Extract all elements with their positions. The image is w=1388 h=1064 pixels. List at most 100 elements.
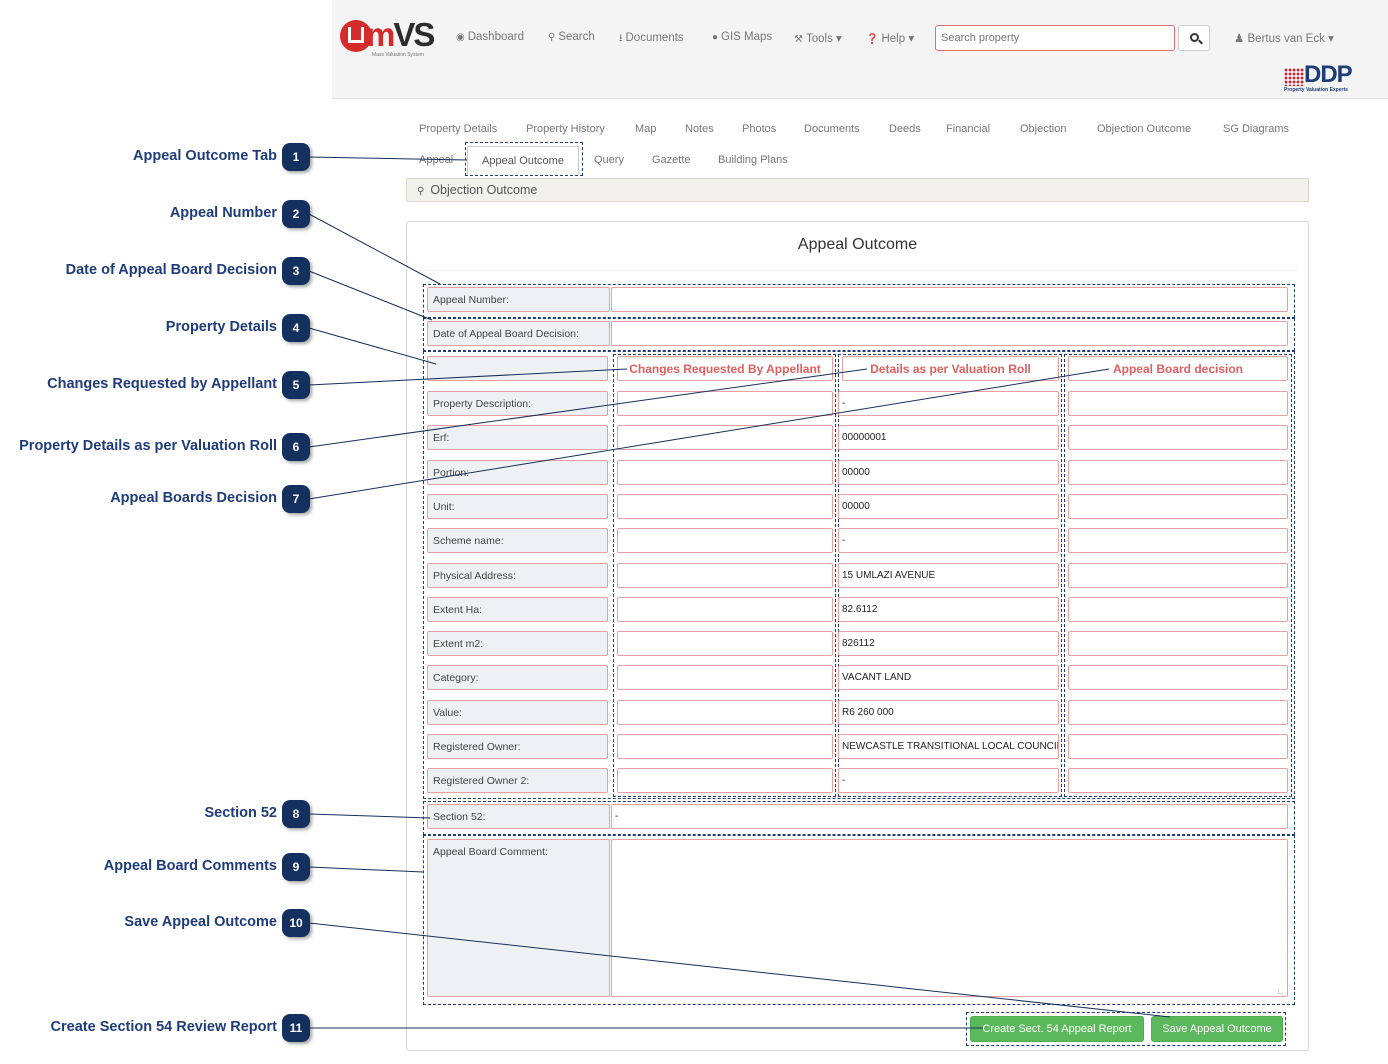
form-title: Appeal Outcome <box>797 236 918 253</box>
board-decision-input[interactable] <box>1068 391 1288 416</box>
tab-building-plans[interactable]: Building Plans <box>718 154 788 166</box>
nav-gis-maps[interactable]: ● GIS Maps <box>712 31 772 43</box>
property-row-label: Extent Ha: <box>427 597 608 622</box>
callout-label: Date of Appeal Board Decision <box>65 262 277 278</box>
logo-word: mVS <box>366 16 435 53</box>
callout-label: Appeal Boards Decision <box>110 490 277 506</box>
appellant-change-input[interactable] <box>617 597 833 622</box>
board-decision-input[interactable] <box>1068 631 1288 656</box>
create-sect54-report-button[interactable]: Create Sect. 54 Appeal Report <box>970 1016 1144 1042</box>
ddp-text: DDP <box>1304 61 1353 88</box>
board-decision-input[interactable] <box>1068 597 1288 622</box>
valuation-roll-value: 00000001 <box>838 425 1059 450</box>
search-button[interactable] <box>1178 25 1210 51</box>
valuation-roll-value: 826112 <box>838 631 1059 656</box>
nav-search[interactable]: ⚲ Search <box>548 31 595 43</box>
appellant-change-input[interactable] <box>617 391 833 416</box>
search-icon: ⚲ <box>548 32 556 43</box>
appellant-change-input[interactable] <box>617 563 833 588</box>
property-row-label: Unit: <box>427 494 608 519</box>
property-row-label: Physical Address: <box>427 563 608 588</box>
board-decision-input[interactable] <box>1068 665 1288 690</box>
chevron-down-icon: ▾ <box>836 33 842 45</box>
property-row-label: Extent m2: <box>427 631 608 656</box>
valuation-roll-value: VACANT LAND <box>838 665 1059 690</box>
callout-label: Section 52 <box>204 805 277 821</box>
tab-objection-outcome[interactable]: Objection Outcome <box>1097 123 1191 135</box>
board-decision-input[interactable] <box>1068 425 1288 450</box>
page-root: mVS Mass Valuation System ◉ Dashboard ⚲ Se… <box>0 0 1388 1064</box>
valuation-roll-value: 15 UMLAZI AVENUE <box>838 563 1059 588</box>
callout-badge: 1 <box>282 143 310 171</box>
ddp-logo: DDP Property Valuation Experts <box>1284 61 1374 94</box>
callout-label: Property Details as per Valuation Roll <box>19 438 277 454</box>
tab-query[interactable]: Query <box>594 154 624 166</box>
mvs-logo[interactable]: mVS Mass Valuation System <box>340 16 440 58</box>
tab-photos[interactable]: Photos <box>742 123 776 135</box>
search-property-input[interactable] <box>935 25 1175 51</box>
comment-textarea[interactable] <box>611 839 1288 997</box>
section52-value[interactable]: - <box>611 804 1288 829</box>
property-row-label: Value: <box>427 700 608 725</box>
board-decision-input[interactable] <box>1068 768 1288 793</box>
resize-handle-icon[interactable]: ∟ <box>1276 986 1285 996</box>
tab-map[interactable]: Map <box>635 123 656 135</box>
chevron-down-icon: ▾ <box>908 33 915 45</box>
appellant-change-input[interactable] <box>617 425 833 450</box>
appellant-change-input[interactable] <box>617 734 833 759</box>
valuation-roll-value: 00000 <box>838 494 1059 519</box>
tab-financial[interactable]: Financial <box>946 123 990 135</box>
nav-help[interactable]: ❓ Help ▾ <box>866 31 914 45</box>
question-icon: ❓ <box>866 34 879 45</box>
board-decision-input[interactable] <box>1068 734 1288 759</box>
tab-appeal[interactable]: Appeal <box>419 154 453 166</box>
nav-dashboard[interactable]: ◉ Dashboard <box>456 31 524 43</box>
callout-label: Appeal Board Comments <box>103 858 277 874</box>
appellant-change-input[interactable] <box>617 631 833 656</box>
appellant-change-input[interactable] <box>617 528 833 553</box>
panel-heading-text: Objection Outcome <box>430 183 538 197</box>
board-decision-input[interactable] <box>1068 460 1288 485</box>
valuation-roll-value: - <box>838 528 1059 553</box>
logo-subtitle: Mass Valuation System <box>372 52 424 58</box>
user-name: Bertus van Eck <box>1247 33 1325 45</box>
appellant-change-input[interactable] <box>617 494 833 519</box>
save-appeal-outcome-button[interactable]: Save Appeal Outcome <box>1151 1016 1283 1042</box>
nav-search-label: Search <box>558 31 595 43</box>
callout-label: Property Details <box>165 319 277 335</box>
house-icon <box>348 27 364 43</box>
callout-label: Appeal Outcome Tab <box>133 148 277 164</box>
property-row-label: Portion: <box>427 460 608 485</box>
decision-date-input[interactable] <box>611 321 1288 346</box>
tab-property-history[interactable]: Property History <box>526 123 605 135</box>
tab-objection[interactable]: Objection <box>1020 123 1066 135</box>
appellant-change-input[interactable] <box>617 768 833 793</box>
tab-property-details[interactable]: Property Details <box>419 123 497 135</box>
nav-documents[interactable]: ⭳ Documents <box>619 31 684 48</box>
tab-notes[interactable]: Notes <box>685 123 714 135</box>
board-decision-input[interactable] <box>1068 700 1288 725</box>
user-menu[interactable]: ♟ Bertus van Eck ▾ <box>1234 31 1334 45</box>
map-marker-icon: ⚲ <box>417 186 425 197</box>
search-icon-handle <box>1198 39 1203 45</box>
property-row-label: Erf: <box>427 425 608 450</box>
valuation-roll-value: 82.6112 <box>838 597 1059 622</box>
callout-label: Appeal Number <box>169 205 277 221</box>
appellant-change-input[interactable] <box>617 665 833 690</box>
top-navbar: mVS Mass Valuation System ◉ Dashboard ⚲ Se… <box>332 0 1388 99</box>
board-decision-input[interactable] <box>1068 528 1288 553</box>
appellant-change-input[interactable] <box>617 700 833 725</box>
decision-column-header: Appeal Board decision <box>1112 361 1244 376</box>
nav-tools[interactable]: ⚒ Tools ▾ <box>794 31 842 45</box>
valuation-roll-value: - <box>838 768 1059 793</box>
tab-deeds[interactable]: Deeds <box>889 123 921 135</box>
appeal-number-input[interactable] <box>611 287 1288 312</box>
board-decision-input[interactable] <box>1068 494 1288 519</box>
tab-sg-diagrams[interactable]: SG Diagrams <box>1223 123 1289 135</box>
tab-documents[interactable]: Documents <box>804 123 860 135</box>
appellant-change-input[interactable] <box>617 460 833 485</box>
board-decision-input[interactable] <box>1068 563 1288 588</box>
callout-badge: 11 <box>282 1014 310 1042</box>
tab-gazette[interactable]: Gazette <box>652 154 691 166</box>
property-row-label: Category: <box>427 665 608 690</box>
